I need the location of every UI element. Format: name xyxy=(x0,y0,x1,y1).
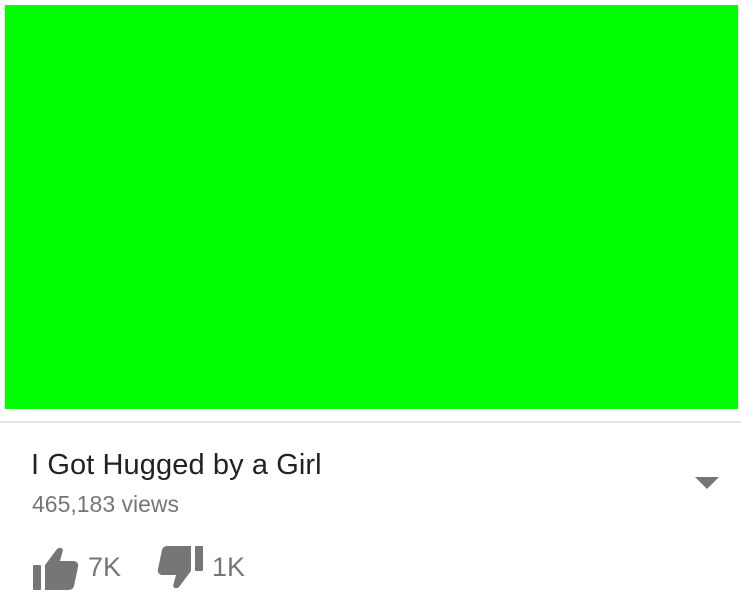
triangle-down-icon xyxy=(688,470,726,496)
video-player[interactable] xyxy=(5,5,738,409)
divider xyxy=(0,421,741,423)
view-count: 465,183 views xyxy=(32,491,180,517)
thumbs-down-icon xyxy=(156,546,206,590)
thumbs-up-icon xyxy=(30,546,80,590)
expand-description-button[interactable] xyxy=(688,470,726,496)
like-button[interactable]: 7K xyxy=(30,543,130,591)
video-watch-page: I Got Hugged by a Girl 465,183 views 7K xyxy=(0,0,741,593)
dislike-count: 1K xyxy=(212,552,246,582)
like-count: 7K xyxy=(88,552,122,582)
dislike-button[interactable]: 1K xyxy=(156,543,256,591)
video-title: I Got Hugged by a Girl xyxy=(31,449,322,481)
